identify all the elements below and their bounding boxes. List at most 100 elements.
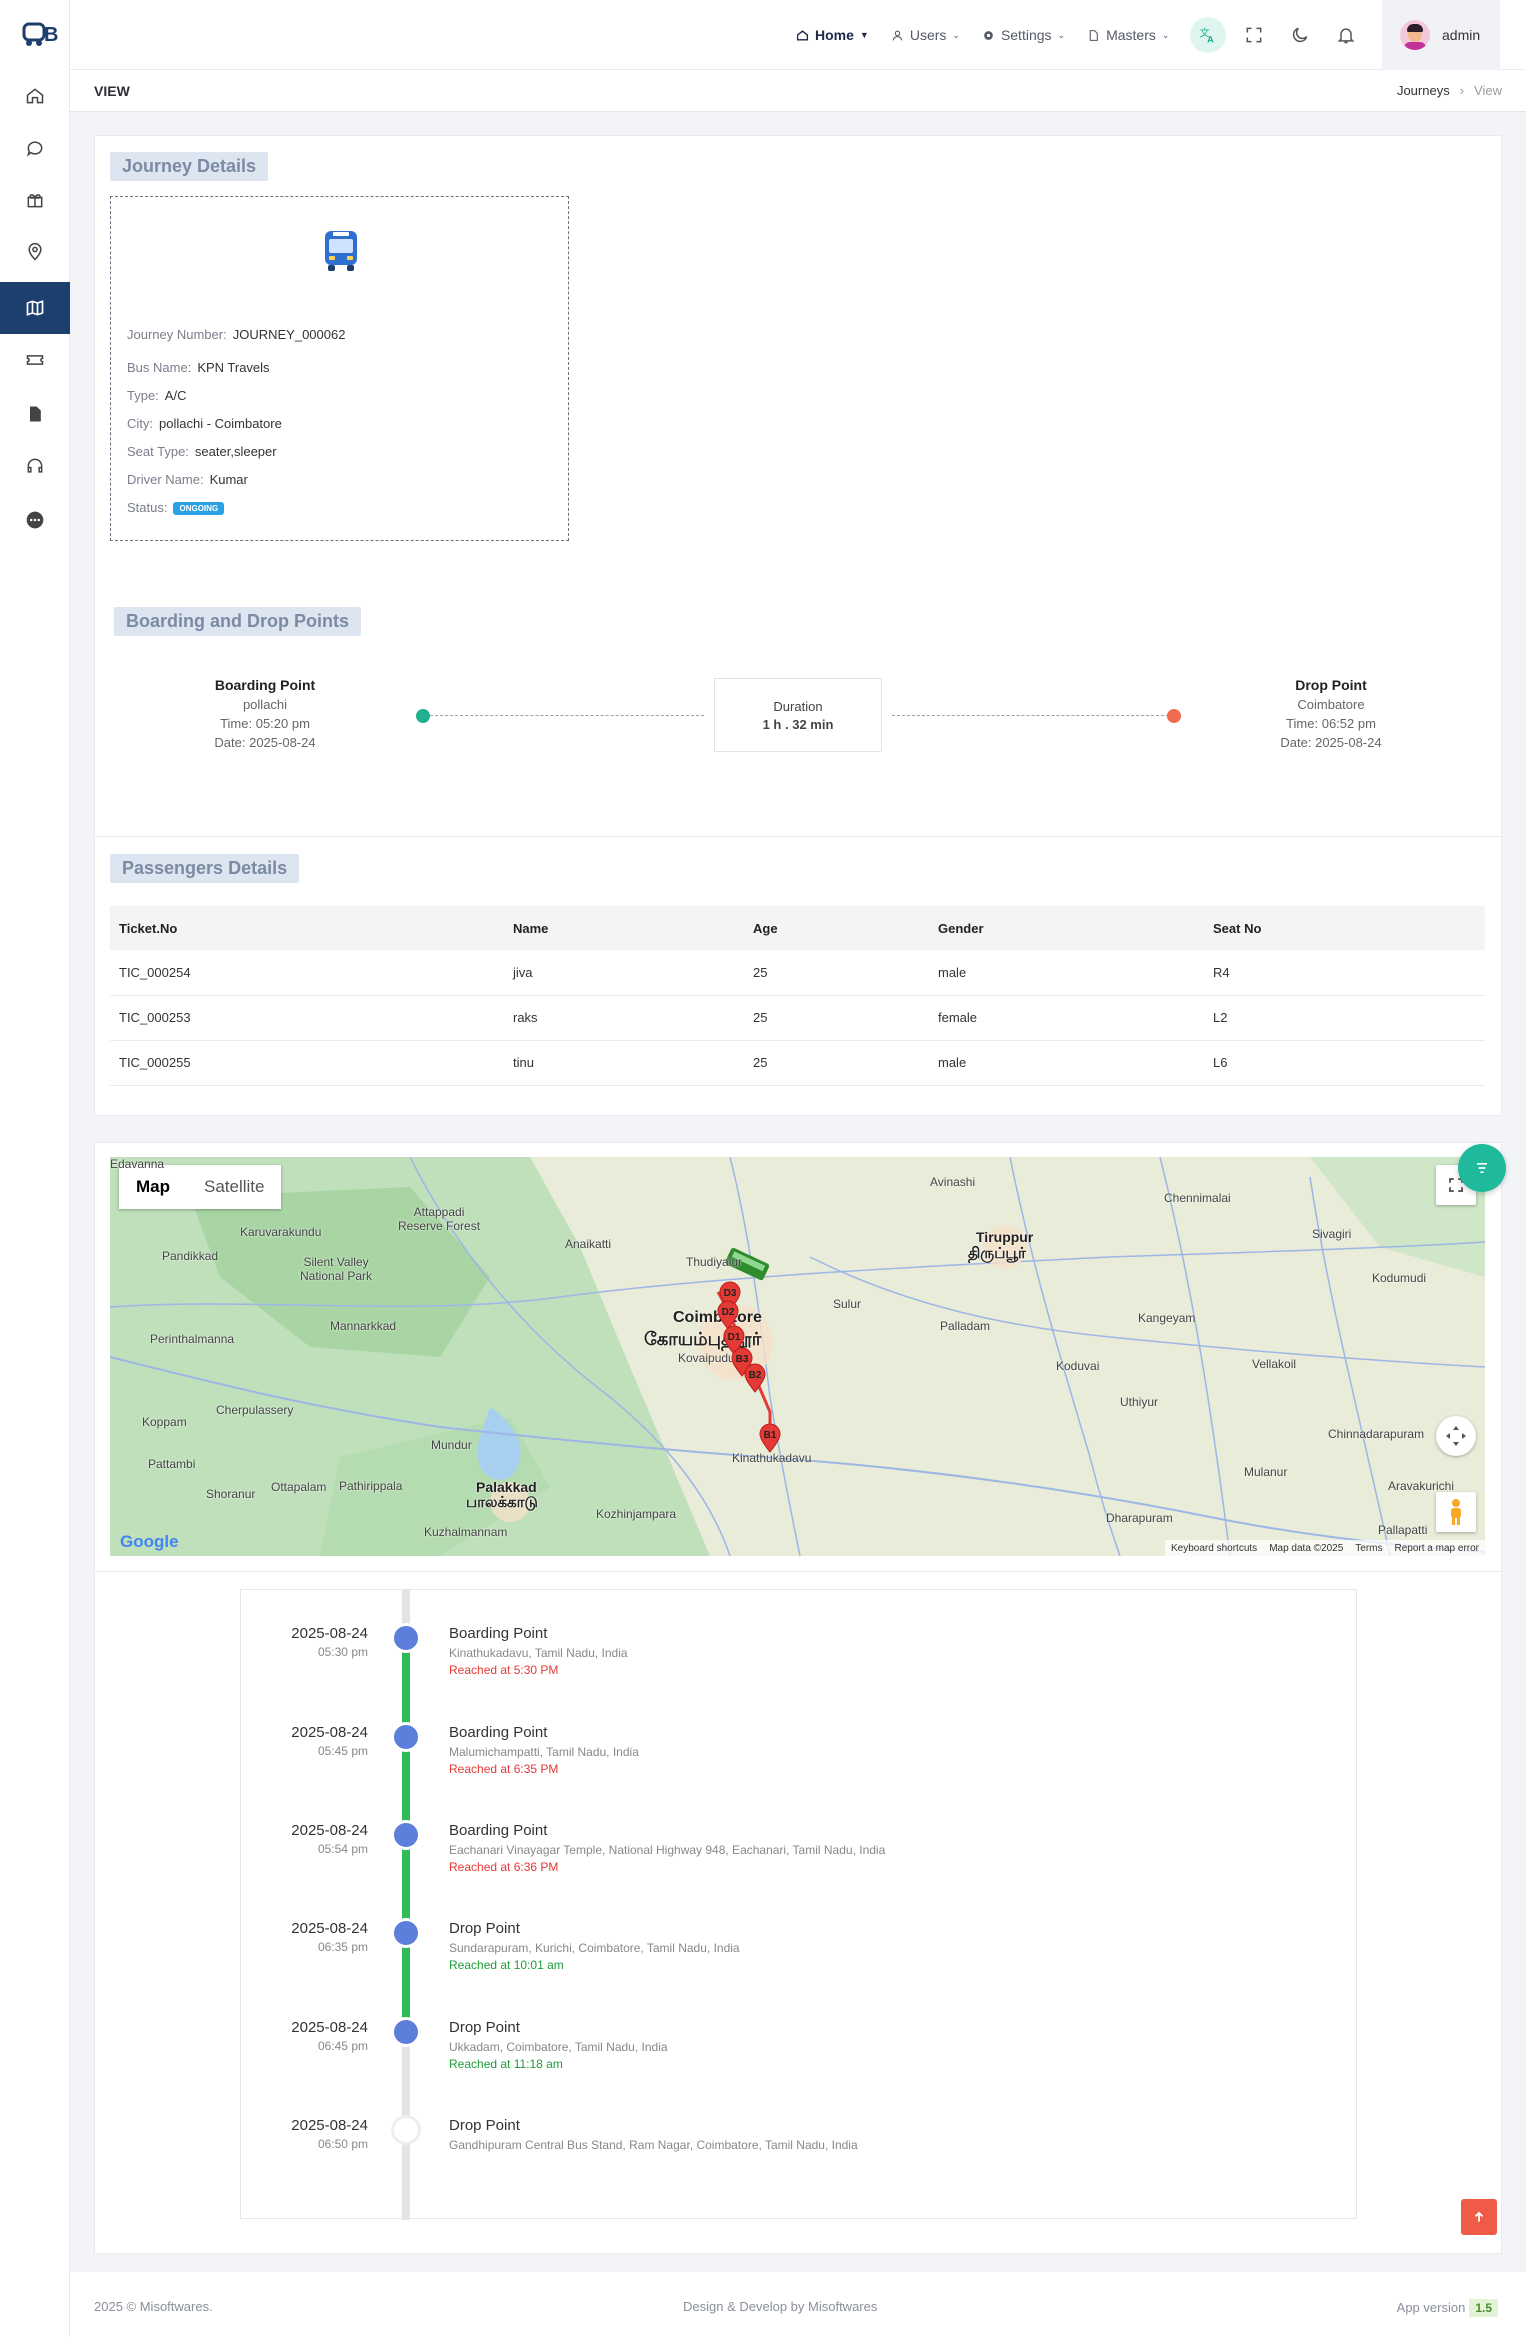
footer: 2025 © Misoftwares. Design & Develop by … [70, 2272, 1526, 2337]
fullscreen-button[interactable] [1236, 17, 1272, 53]
notifications-button[interactable] [1328, 17, 1364, 53]
map-label-pandikkad: Pandikkad [162, 1249, 219, 1263]
timeline-time: 05:54 pm [317, 1842, 368, 1856]
type-row: Type: A/C [127, 388, 186, 403]
keyboard-shortcuts-link[interactable]: Keyboard shortcuts [1171, 1543, 1257, 1554]
map-label-silent-valley: Silent Valley National Park [300, 1255, 373, 1283]
home-icon [796, 29, 809, 41]
map-label-kozhinjampara: Kozhinjampara [596, 1507, 677, 1521]
map-marker-b1[interactable]: B1 [758, 1423, 782, 1453]
fab-menu-button[interactable] [1458, 1144, 1506, 1192]
timeline-title: Boarding Point [449, 1822, 548, 1839]
sidebar-item-more[interactable] [0, 494, 70, 546]
boarding-drop-title: Boarding and Drop Points [114, 607, 361, 636]
street-view-pegman[interactable] [1436, 1492, 1476, 1532]
home-icon [26, 88, 44, 104]
pegman-icon [1451, 1499, 1461, 1525]
timeline-item: 2025-08-24 06:45 pm Drop Point Ukkadam, … [241, 2017, 1358, 2099]
journey-number-label: Journey Number: [127, 327, 227, 342]
divider [94, 1571, 1502, 1572]
map-label-ottapalam: Ottapalam [271, 1480, 327, 1494]
timeline-time: 05:30 pm [317, 1645, 368, 1659]
move-arrows-icon [1446, 1426, 1466, 1446]
drop-point-time: Time: 06:52 pm [1286, 716, 1376, 731]
cell-gender: female [929, 995, 1204, 1041]
timeline-item: 2025-08-24 05:54 pm Boarding Point Eacha… [241, 1820, 1358, 1902]
satellite-tab[interactable]: Satellite [187, 1165, 281, 1209]
timeline-status: Reached at 11:18 am [449, 2057, 563, 2071]
app-logo[interactable]: B [22, 18, 68, 48]
user-menu[interactable]: admin [1382, 0, 1500, 70]
timeline-status: Reached at 10:01 am [449, 1958, 564, 1972]
cell-name: raks [504, 995, 744, 1041]
timeline-title: Drop Point [449, 2117, 520, 2134]
status-label: Status: [127, 500, 168, 515]
map-icon [26, 300, 44, 316]
boarding-point-info: Boarding Point pollachi Time: 05:20 pm D… [165, 676, 365, 752]
nav-masters[interactable]: Masters ⌄ [1087, 27, 1169, 43]
nav-settings[interactable]: Settings ⌄ [982, 27, 1065, 43]
ticket-icon [26, 355, 44, 365]
map-label-kodumudi: Kodumudi [1372, 1271, 1427, 1285]
timeline-title: Boarding Point [449, 1724, 548, 1741]
map-label-kuzhalmannam: Kuzhalmannam [424, 1525, 508, 1539]
user-icon [892, 30, 903, 40]
cell-age: 25 [744, 1040, 929, 1086]
map-label-uthiyur: Uthiyur [1120, 1395, 1159, 1409]
bus-name-label: Bus Name: [127, 360, 192, 375]
map-label-pattambi: Pattambi [148, 1457, 196, 1471]
breadcrumb-view: View [1474, 83, 1502, 98]
chevron-down-icon: ⌄ [1161, 29, 1170, 40]
sidebar-item-map[interactable] [0, 282, 70, 334]
map-label-cherpulassery: Cherpulassery [216, 1403, 294, 1417]
map-marker-b2[interactable]: B2 [743, 1363, 767, 1393]
sidebar-item-home[interactable] [0, 70, 70, 122]
cell-gender: male [929, 1040, 1204, 1086]
sidebar-item-tickets[interactable] [0, 334, 70, 386]
map-label-attappadi: Attappadi Reserve Forest [398, 1205, 481, 1233]
bus-icon [325, 231, 357, 271]
moon-icon [1292, 27, 1308, 43]
bus-name-row: Bus Name: KPN Travels [127, 360, 270, 375]
dark-mode-button[interactable] [1282, 17, 1318, 53]
map-label-aravakurichi: Aravakurichi [1388, 1479, 1455, 1493]
drop-point-title: Drop Point [1295, 677, 1367, 693]
passengers-table: Ticket.No Name Age Gender Seat No TIC_00… [110, 906, 1485, 1086]
gear-icon [984, 30, 993, 40]
terms-link[interactable]: Terms [1355, 1543, 1382, 1554]
sidebar-item-gift[interactable] [0, 174, 70, 226]
map-label-pallapatti: Pallapatti [1378, 1523, 1428, 1537]
document-icon [30, 406, 41, 422]
map-label-kangeyam: Kangeyam [1138, 1311, 1196, 1325]
drop-point-date: Date: 2025-08-24 [1280, 735, 1382, 750]
route-map[interactable]: Map Satellite Coimbatore கோயம்புத்தூர் T… [110, 1157, 1485, 1556]
timeline-date: 2025-08-24 [291, 1822, 368, 1839]
cell-ticket: TIC_000255 [110, 1040, 504, 1086]
map-tab[interactable]: Map [119, 1165, 187, 1209]
sidebar-item-location[interactable] [0, 226, 70, 278]
sidebar-item-support[interactable] [0, 440, 70, 492]
timeline-address: Sundarapuram, Kurichi, Coimbatore, Tamil… [449, 1941, 740, 1955]
language-button[interactable]: 文A [1190, 17, 1226, 53]
scroll-top-button[interactable] [1461, 2199, 1497, 2235]
sidebar-item-documents[interactable] [0, 388, 70, 440]
map-camera-control[interactable] [1436, 1416, 1476, 1456]
timeline-dot [391, 1820, 421, 1850]
headset-icon [27, 458, 43, 473]
timeline-date: 2025-08-24 [291, 2117, 368, 2134]
passengers-title: Passengers Details [110, 854, 300, 883]
report-error-link[interactable]: Report a map error [1395, 1543, 1479, 1554]
map-footer: Keyboard shortcuts Map data ©2025 Terms … [1165, 1540, 1485, 1556]
timeline-item: 2025-08-24 06:50 pm Drop Point Gandhipur… [241, 2115, 1358, 2197]
col-ticket: Ticket.No [110, 906, 504, 950]
timeline-title: Boarding Point [449, 1625, 548, 1642]
map-label-edavanna: Edavanna [110, 1157, 165, 1171]
cell-name: jiva [504, 950, 744, 996]
nav-users[interactable]: Users ⌄ [891, 27, 960, 43]
timeline-address: Ukkadam, Coimbatore, Tamil Nadu, India [449, 2040, 668, 2054]
cell-ticket: TIC_000254 [110, 950, 504, 996]
map-label-thudiyalur: Thudiyalur [686, 1255, 743, 1269]
sidebar-item-chat[interactable] [0, 122, 70, 174]
nav-home[interactable]: Home ▼ [796, 27, 869, 43]
breadcrumb-journeys[interactable]: Journeys [1397, 83, 1450, 98]
